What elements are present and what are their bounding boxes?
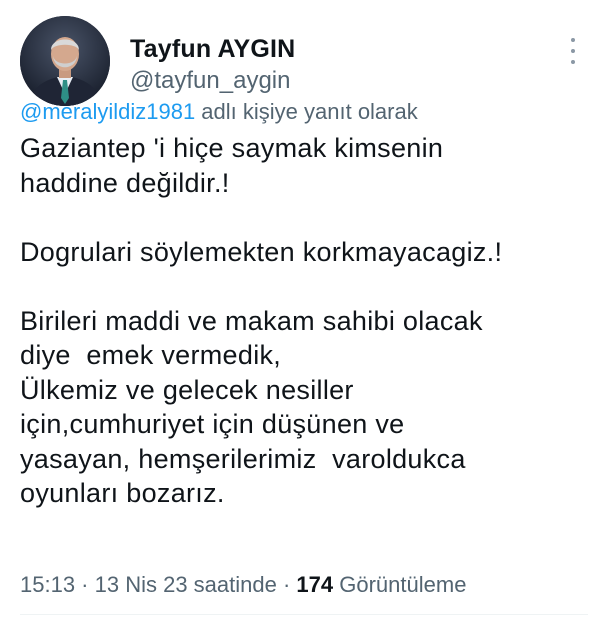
author-display-name[interactable]: Tayfun AYGIN [130, 34, 295, 64]
more-vertical-icon[interactable] [561, 36, 585, 66]
tweet-meta: 15:13 · 13 Nis 23 saatinde · 174 Görüntü… [20, 571, 466, 599]
more-dot [571, 38, 575, 42]
more-dot [571, 49, 575, 53]
tweet-time[interactable]: 15:13 [20, 572, 75, 597]
tweet-date[interactable]: 13 Nis 23 saatinde [95, 572, 277, 597]
more-dot [571, 60, 575, 64]
tweet-text: Gaziantep 'i hiçe saymak kimsenin haddin… [20, 133, 503, 508]
reply-context: @meralyildiz1981 adlı kişiye yanıt olara… [20, 98, 418, 126]
view-count: 174 [296, 572, 334, 597]
author-handle[interactable]: @tayfun_aygin [130, 66, 295, 96]
avatar-photo [20, 16, 110, 106]
reply-context-label: adlı kişiye yanıt olarak [195, 99, 418, 124]
reply-mention-link[interactable]: @meralyildiz1981 [20, 99, 195, 124]
divider [20, 614, 588, 615]
tweet-card: Tayfun AYGIN @tayfun_aygin @meralyildiz1… [0, 0, 600, 627]
meta-separator: · [276, 572, 297, 597]
view-label: Görüntüleme [333, 572, 467, 597]
author-names: Tayfun AYGIN @tayfun_aygin [130, 34, 295, 96]
tweet-header: Tayfun AYGIN @tayfun_aygin [20, 14, 585, 106]
avatar[interactable] [20, 16, 110, 106]
meta-separator: · [75, 572, 95, 597]
